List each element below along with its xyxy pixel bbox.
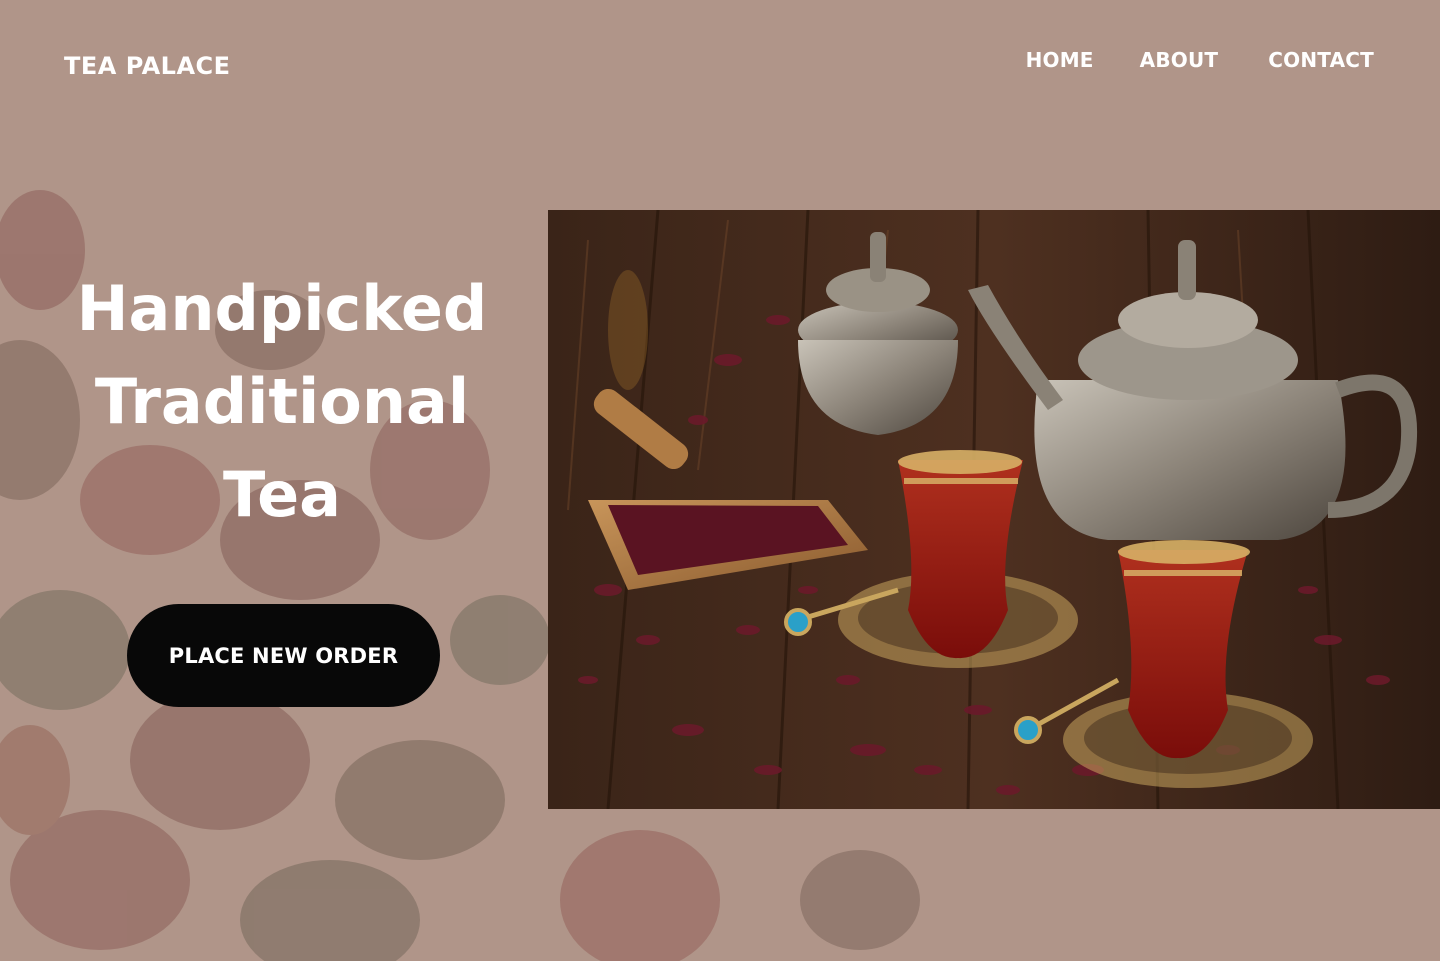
tea-set-photo (548, 210, 1440, 809)
brand-logo[interactable]: TEA PALACE (64, 52, 231, 80)
hero-title-line-1: Handpicked (76, 272, 488, 345)
main-nav: HOME ABOUT CONTACT (1026, 48, 1374, 72)
nav-about-link[interactable]: ABOUT (1140, 48, 1219, 72)
nav-home-link[interactable]: HOME (1026, 48, 1094, 72)
hero-title: Handpicked Traditional Tea (62, 262, 502, 541)
place-order-button[interactable]: PLACE NEW ORDER (127, 604, 440, 707)
hero-title-line-3: Tea (223, 458, 341, 531)
hero-title-line-2: Traditional (94, 365, 470, 438)
nav-contact-link[interactable]: CONTACT (1268, 48, 1374, 72)
tea-set-illustration (548, 210, 1440, 809)
